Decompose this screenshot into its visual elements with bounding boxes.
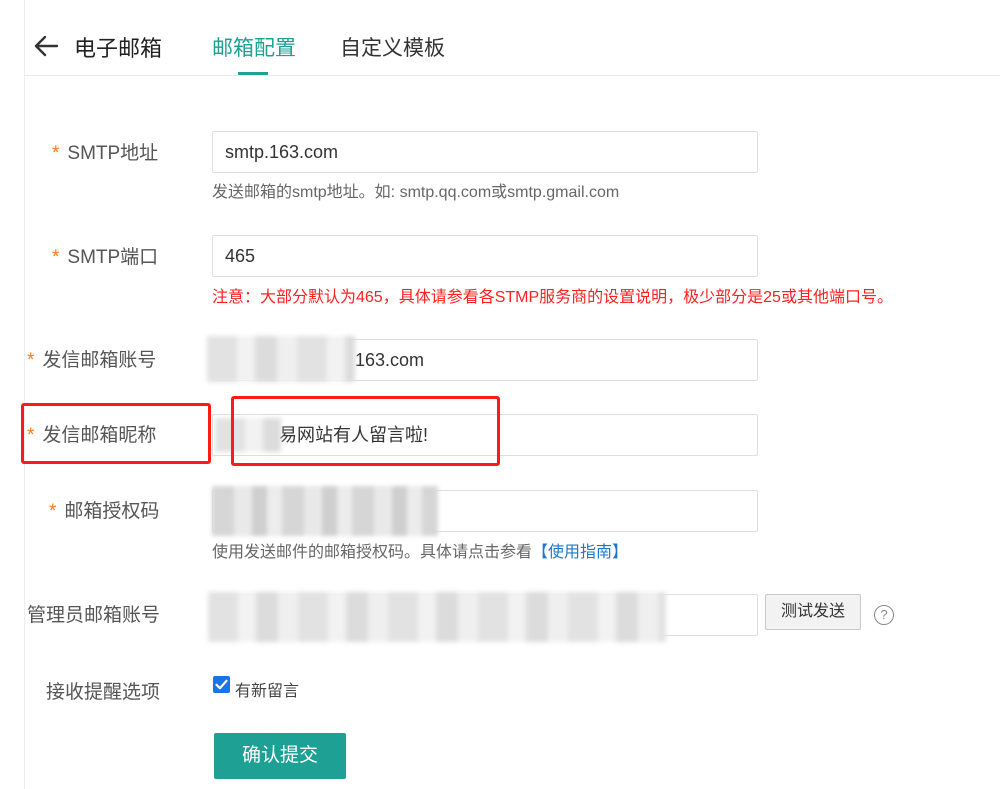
tab-custom-template[interactable]: 自定义模板 <box>340 32 445 62</box>
annotation-box-nickname-value <box>231 396 500 466</box>
new-message-checkbox-label[interactable]: 有新留言 <box>235 677 299 701</box>
checkmark-icon <box>215 679 228 690</box>
required-mark: * <box>49 501 57 522</box>
header-divider <box>24 75 1000 76</box>
page-left-border <box>24 0 25 789</box>
arrow-left-icon[interactable] <box>33 34 59 58</box>
auth-code-hint: 使用发送邮件的邮箱授权码。具体请点击参看【使用指南】 <box>212 544 629 561</box>
required-mark: * <box>27 350 35 371</box>
auth-code-label: * 邮箱授权码 <box>49 501 160 522</box>
redacted-admin-account <box>208 592 666 642</box>
admin-account-label: 管理员邮箱账号 <box>27 605 161 626</box>
smtp-host-input[interactable]: smtp.163.com <box>212 131 758 173</box>
smtp-port-warning: 注意：大部分默认为465，具体请参看各STMP服务商的设置说明，极少部分是25或… <box>212 289 893 306</box>
redacted-sender-account <box>207 336 355 382</box>
smtp-port-label: * SMTP端口 <box>52 247 159 268</box>
page-title: 电子邮箱 <box>74 36 163 61</box>
smtp-host-hint: 发送邮箱的smtp地址。如: smtp.qq.com或smtp.gmail.co… <box>212 184 620 201</box>
sender-account-label: * 发信邮箱账号 <box>27 350 157 371</box>
required-mark: * <box>52 247 60 268</box>
page-header: 电子邮箱 邮箱配置 自定义模板 <box>0 0 1000 76</box>
sender-account-visible-text: 163.com <box>355 350 425 370</box>
annotation-box-nickname-label <box>21 403 211 464</box>
redacted-auth-code <box>212 486 438 536</box>
required-mark: * <box>52 143 60 164</box>
help-icon[interactable]: ? <box>874 605 894 625</box>
usage-guide-link[interactable]: 【使用指南】 <box>532 544 628 561</box>
submit-button[interactable]: 确认提交 <box>214 733 346 779</box>
tab-mailbox-config[interactable]: 邮箱配置 <box>212 32 296 62</box>
new-message-checkbox[interactable] <box>213 676 230 693</box>
smtp-port-input[interactable]: 465 <box>212 235 758 277</box>
test-send-button[interactable]: 测试发送 <box>765 594 861 630</box>
notify-options-label: 接收提醒选项 <box>46 682 161 703</box>
smtp-host-label: * SMTP地址 <box>52 143 159 164</box>
